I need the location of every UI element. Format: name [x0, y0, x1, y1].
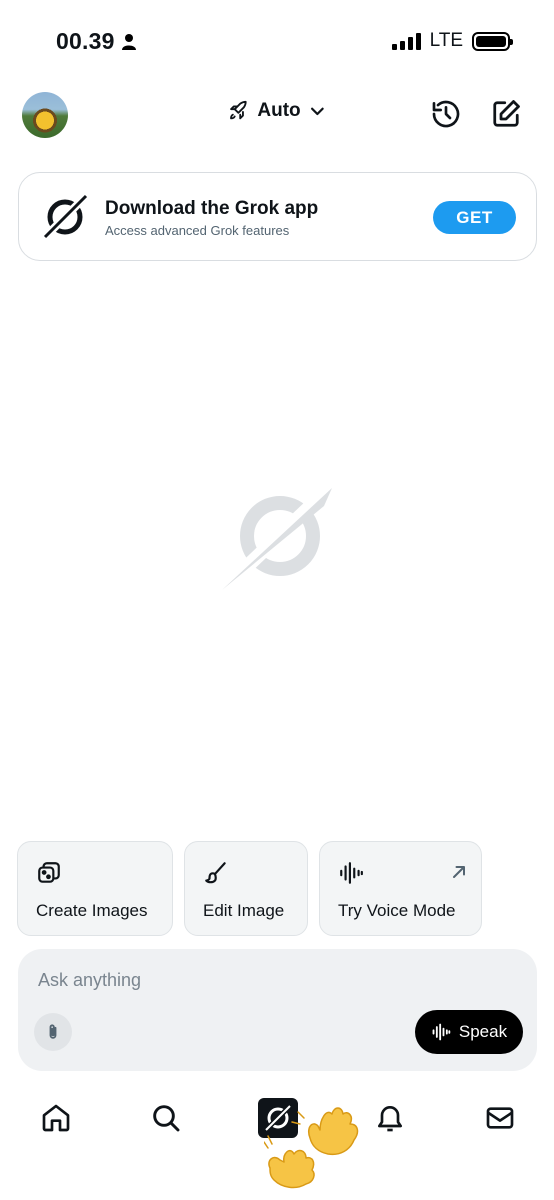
avatar[interactable] [22, 92, 68, 138]
get-app-button[interactable]: GET [433, 201, 516, 234]
ask-input[interactable] [38, 965, 508, 995]
history-button[interactable] [428, 96, 464, 132]
person-icon [121, 34, 136, 50]
edit-image-label: Edit Image [203, 901, 285, 920]
banner-subtitle: Access advanced Grok features [105, 223, 290, 238]
brush-icon [205, 862, 226, 884]
nav-search[interactable] [146, 1098, 186, 1138]
create-images-chip[interactable]: Create Images [17, 841, 173, 936]
signal-icon [391, 32, 421, 50]
messages-icon [486, 1107, 514, 1129]
model-selector[interactable]: Auto [227, 100, 326, 122]
waveform-icon [432, 1023, 451, 1041]
paperclip-icon [49, 1024, 57, 1039]
edit-image-chip[interactable]: Edit Image [184, 841, 308, 936]
notifications-icon [378, 1106, 402, 1132]
home-icon [42, 1104, 70, 1132]
nav-messages[interactable] [480, 1098, 520, 1138]
new-chat-button[interactable] [488, 96, 524, 132]
new-chat-icon [493, 100, 520, 127]
voice-mode-chip[interactable]: Try Voice Mode [319, 841, 482, 936]
chevron-down-icon [311, 107, 325, 116]
status-bar: 00.39 LTE [0, 0, 554, 84]
search-icon [153, 1105, 180, 1132]
grok-logo-icon [40, 192, 90, 242]
battery-icon [472, 31, 513, 51]
download-app-banner[interactable]: Download the Grok app Access advanced Gr… [18, 172, 537, 261]
attach-button[interactable] [34, 1013, 72, 1051]
speak-label: Speak [458, 1022, 508, 1041]
status-time-group: 00.39 [56, 28, 137, 55]
nav-notifications[interactable] [370, 1098, 410, 1138]
arrow-up-right-icon [453, 866, 465, 878]
network-type: LTE [429, 30, 463, 51]
status-time: 00.39 [56, 28, 115, 54]
nav-home[interactable] [36, 1098, 76, 1138]
composer: Speak [18, 949, 537, 1071]
waveform-icon [340, 862, 363, 884]
banner-title: Download the Grok app [105, 198, 319, 219]
waving-hands-icon [264, 1107, 359, 1189]
grok-watermark-icon [220, 484, 334, 592]
dice-image-icon [38, 862, 60, 883]
create-images-label: Create Images [36, 901, 148, 920]
model-label: Auto [257, 100, 301, 121]
top-header: Auto [0, 88, 554, 144]
rocket-icon [230, 100, 247, 120]
voice-mode-label: Try Voice Mode [338, 901, 456, 920]
history-icon [432, 100, 460, 128]
speak-button[interactable]: Speak [415, 1010, 523, 1054]
status-indicators: LTE [391, 30, 513, 52]
